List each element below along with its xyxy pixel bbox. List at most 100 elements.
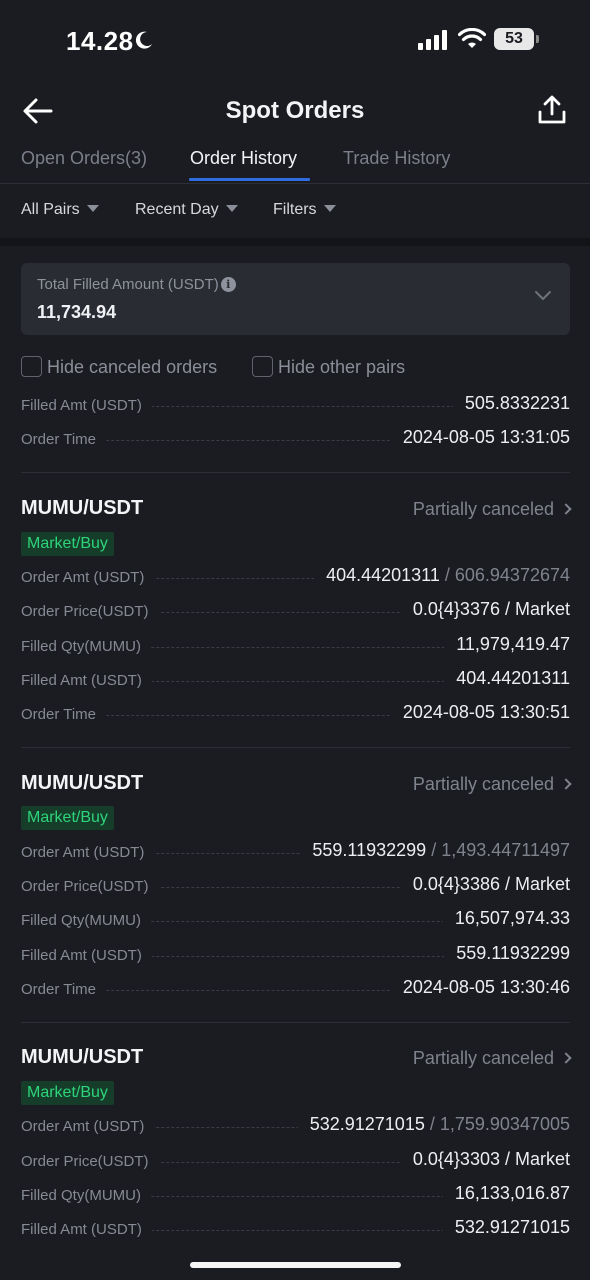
total-filled-card[interactable]: Total Filled Amount (USDT) i 11,734.94 (21, 263, 570, 335)
order-status-link[interactable]: Partially canceled (412, 774, 572, 795)
row-value: 505.8332231 (452, 393, 570, 414)
order-separator (21, 1022, 570, 1023)
order-detail-row: Filled Amt (USDT) 404.44201311 (21, 668, 570, 694)
row-value: 532.91271015 / 1,759.90347005 (297, 1114, 570, 1135)
filter-filters-label: Filters (273, 201, 317, 218)
hide-other-pairs-checkbox[interactable]: Hide other pairs (252, 356, 405, 378)
order-status-link[interactable]: Partially canceled (412, 1048, 572, 1069)
order-detail-row: Order Price(USDT) 0.0{4}3386 / Market (21, 874, 570, 900)
order-status: Partially canceled (412, 1048, 554, 1068)
row-value: 559.11932299 / 1,493.44711497 (300, 840, 570, 861)
order-detail-row: Order Amt (USDT) 532.91271015 / 1,759.90… (21, 1114, 570, 1140)
row-label: Filled Qty(MUMU) (21, 1187, 151, 1204)
row-value: 16,133,016.87 (442, 1183, 570, 1204)
tab-bar: Open Orders(3) Order History Trade Histo… (0, 142, 590, 184)
tab-trade-history[interactable]: Trade History (343, 148, 450, 169)
hide-other-pairs-label: Hide other pairs (278, 357, 406, 377)
row-label: Order Time (21, 431, 107, 448)
order-separator (21, 747, 570, 748)
status-time: 14.28 (66, 26, 134, 56)
chevron-right-icon (560, 778, 572, 790)
filter-bar: All Pairs Recent Day Filters (0, 184, 590, 238)
active-tab-indicator (189, 178, 310, 181)
section-divider (0, 238, 590, 246)
row-value: 0.0{4}3303 / Market (400, 1149, 570, 1170)
row-label: Order Time (21, 981, 107, 998)
order-side-badge: Market/Buy (21, 806, 114, 830)
hide-canceled-label: Hide canceled orders (47, 357, 218, 377)
order-detail-row: Filled Amt (USDT) 505.8332231 (21, 393, 570, 419)
order-amt-filled: 559.11932299 (312, 840, 427, 860)
order-detail-row: Order Time 2024-08-05 13:31:05 (21, 427, 570, 453)
cellular-signal-icon (418, 30, 447, 50)
chevron-right-icon (560, 503, 572, 515)
battery-icon: 53 (494, 28, 540, 50)
chevron-down-icon[interactable] (534, 289, 552, 301)
tab-order-history[interactable]: Order History (190, 148, 297, 169)
order-detail-row: Order Time 2024-08-05 13:30:46 (21, 977, 570, 1003)
info-icon[interactable]: i (220, 277, 236, 292)
row-value: 0.0{4}3376 / Market (400, 599, 570, 620)
total-filled-label-wrap: Total Filled Amount (USDT) i (37, 276, 236, 293)
row-label: Filled Qty(MUMU) (21, 638, 151, 655)
row-label: Filled Qty(MUMU) (21, 912, 151, 929)
share-icon[interactable] (536, 94, 568, 126)
order-side-badge: Market/Buy (21, 1081, 114, 1105)
row-value: 2024-08-05 13:31:05 (390, 427, 570, 448)
page-title: Spot Orders (225, 97, 365, 124)
wifi-icon (458, 28, 486, 48)
filter-filters[interactable]: Filters (273, 201, 336, 219)
filter-all-pairs[interactable]: All Pairs (21, 201, 99, 219)
row-label: Order Amt (USDT) (21, 569, 155, 586)
checkbox-icon[interactable] (252, 356, 273, 377)
bottom-safe-area (0, 1236, 590, 1280)
checkbox-icon[interactable] (21, 356, 42, 377)
filter-recent-day-label: Recent Day (135, 201, 219, 218)
battery-level: 53 (505, 30, 523, 47)
row-value: 404.44201311 / 606.94372674 (314, 565, 570, 586)
order-amt-total: / 1,759.90347005 (429, 1114, 570, 1134)
filter-checkboxes: Hide canceled orders Hide other pairs (0, 356, 590, 382)
row-label: Order Amt (USDT) (21, 1118, 155, 1135)
total-filled-label: Total Filled Amount (USDT) (37, 276, 219, 293)
order-detail-row: Filled Amt (USDT) 559.11932299 (21, 943, 570, 969)
order-detail-row: Order Time 2024-08-05 13:30:51 (21, 702, 570, 728)
order-status: Partially canceled (412, 499, 554, 519)
order-amt-filled: 532.91271015 (309, 1114, 425, 1134)
filter-recent-day[interactable]: Recent Day (135, 201, 238, 219)
order-detail-row: Order Price(USDT) 0.0{4}3376 / Market (21, 599, 570, 625)
row-label: Filled Amt (USDT) (21, 1221, 152, 1238)
order-amt-total: / 606.94372674 (444, 565, 570, 585)
row-value: 11,979,419.47 (444, 634, 570, 655)
row-label: Order Price(USDT) (21, 878, 159, 895)
tab-open-orders[interactable]: Open Orders(3) (21, 148, 147, 169)
order-pair[interactable]: MUMU/USDT (21, 497, 143, 520)
hide-canceled-checkbox[interactable]: Hide canceled orders (21, 356, 217, 378)
caret-down-icon (86, 205, 99, 212)
status-bar: 14.28 53 (0, 0, 590, 80)
order-detail-row: Order Amt (USDT) 559.11932299 / 1,493.44… (21, 840, 570, 866)
order-pair[interactable]: MUMU/USDT (21, 1046, 143, 1069)
row-label: Order Price(USDT) (21, 1153, 159, 1170)
order-status-link[interactable]: Partially canceled (412, 499, 572, 520)
order-status: Partially canceled (412, 774, 554, 794)
row-label: Filled Amt (USDT) (21, 672, 152, 689)
order-amt-filled: 404.44201311 (326, 565, 440, 585)
row-value: 559.11932299 (444, 943, 570, 964)
row-label: Order Price(USDT) (21, 603, 159, 620)
caret-down-icon (225, 205, 238, 212)
chevron-right-icon (560, 1052, 572, 1064)
home-indicator[interactable] (190, 1262, 401, 1268)
order-pair[interactable]: MUMU/USDT (21, 772, 143, 795)
header: Spot Orders (0, 86, 590, 136)
row-label: Order Time (21, 706, 107, 723)
row-value: 404.44201311 (444, 668, 570, 689)
row-value: 16,507,974.33 (442, 908, 570, 929)
caret-down-icon (323, 205, 336, 212)
filter-all-pairs-label: All Pairs (21, 201, 80, 218)
order-detail-row: Filled Qty(MUMU) 16,133,016.87 (21, 1183, 570, 1209)
row-value: 0.0{4}3386 / Market (400, 874, 570, 895)
row-value: 2024-08-05 13:30:51 (390, 702, 570, 723)
order-amt-total: / 1,493.44711497 (431, 840, 570, 860)
moon-icon (135, 31, 152, 49)
